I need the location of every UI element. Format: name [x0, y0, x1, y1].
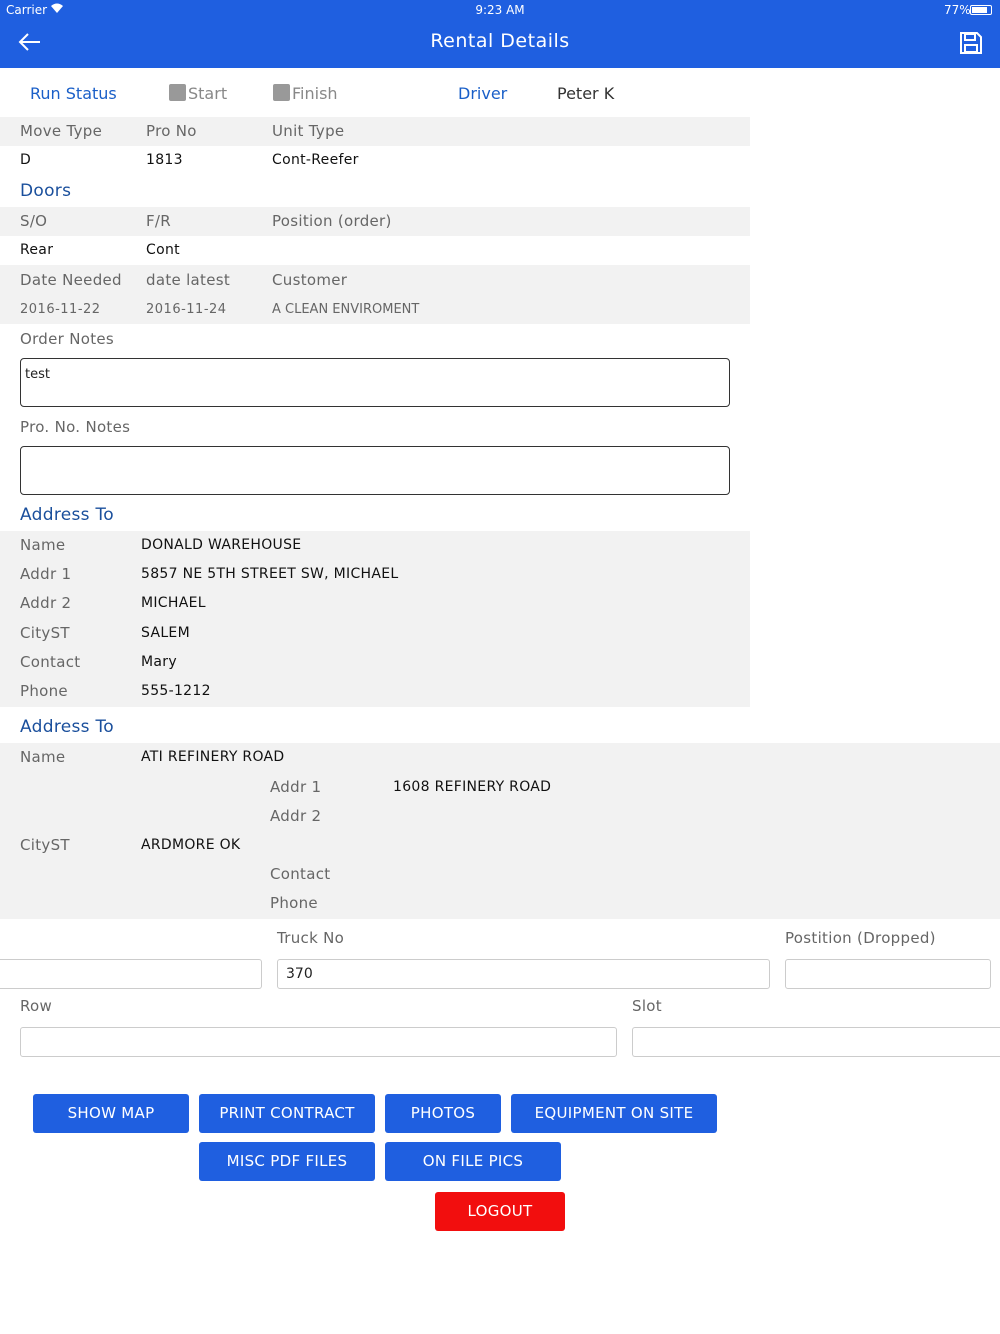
- date-needed-label: Date Needed: [20, 271, 122, 289]
- nav-bar: Rental Details: [0, 20, 1000, 68]
- truck-no-label: Truck No: [277, 929, 345, 947]
- doors-section-title: Doors: [20, 181, 72, 201]
- address-to-section-title: Address To: [20, 505, 115, 525]
- checkbox-icon: [273, 84, 290, 101]
- print-contract-button[interactable]: PRINT CONTRACT: [199, 1094, 375, 1133]
- position-dropped-label: Postition (Dropped): [785, 929, 936, 947]
- save-icon[interactable]: [959, 31, 983, 59]
- customer-value: A CLEAN ENVIROMENT: [272, 302, 420, 317]
- address2-name-label: Name: [20, 748, 66, 766]
- move-type-value: D: [20, 152, 32, 168]
- checkbox-icon: [169, 84, 186, 101]
- date-latest-value: 2016-11-24: [146, 302, 227, 317]
- driver-value: Peter K: [557, 84, 615, 103]
- clock-label: 9:23 AM: [475, 3, 525, 17]
- address-name-value: DONALD WAREHOUSE: [141, 537, 302, 553]
- address-to-block: [0, 531, 750, 707]
- address2-phone-label: Phone: [270, 894, 318, 912]
- position-dropped-input[interactable]: [785, 959, 991, 989]
- address2-cityst-value: ARDMORE OK: [141, 837, 241, 853]
- finish-label: Finish: [292, 84, 338, 103]
- date-needed-value: 2016-11-22: [20, 302, 101, 317]
- logout-button[interactable]: LOGOUT: [435, 1192, 565, 1231]
- address-to-2-block: [0, 743, 1000, 919]
- unlabeled-input[interactable]: [0, 959, 262, 989]
- row-label: Row: [20, 997, 53, 1015]
- address2-cityst-label: CityST: [20, 836, 70, 854]
- address-to-2-section-title: Address To: [20, 717, 115, 737]
- address2-name-value: ATI REFINERY ROAD: [141, 749, 285, 765]
- move-header-row: [0, 117, 750, 146]
- pro-no-value: 1813: [146, 152, 183, 168]
- misc-pdf-files-button[interactable]: MISC PDF FILES: [199, 1142, 375, 1181]
- so-label: S/O: [20, 212, 48, 230]
- address-phone-label: Phone: [20, 682, 68, 700]
- address2-contact-label: Contact: [270, 865, 331, 883]
- start-checkbox[interactable]: Start: [169, 84, 227, 103]
- row-input[interactable]: [20, 1027, 617, 1057]
- address-addr1-value: 5857 NE 5TH STREET SW, MICHAEL: [141, 566, 399, 582]
- position-order-label: Position (order): [272, 212, 392, 230]
- run-status-label: Run Status: [30, 84, 117, 103]
- battery-label: 77%: [944, 3, 971, 17]
- fr-value: Cont: [146, 242, 180, 258]
- photos-button[interactable]: PHOTOS: [385, 1094, 501, 1133]
- slot-label: Slot: [632, 997, 662, 1015]
- address-addr2-value: MICHAEL: [141, 595, 206, 611]
- truck-no-input[interactable]: 370: [277, 959, 770, 989]
- page-title: Rental Details: [430, 30, 570, 52]
- finish-checkbox[interactable]: Finish: [273, 84, 338, 103]
- address-phone-value: 555-1212: [141, 683, 211, 699]
- date-latest-label: date latest: [146, 271, 231, 289]
- slot-input[interactable]: [632, 1027, 1000, 1057]
- address-addr1-label: Addr 1: [20, 565, 72, 583]
- address2-addr1-value: 1608 REFINERY ROAD: [393, 779, 552, 795]
- address2-addr1-label: Addr 1: [270, 778, 322, 796]
- unit-type-value: Cont-Reefer: [272, 152, 359, 168]
- address-cityst-value: SALEM: [141, 625, 190, 641]
- on-file-pics-button[interactable]: ON FILE PICS: [385, 1142, 561, 1181]
- pro-no-label: Pro No: [146, 122, 197, 140]
- address-addr2-label: Addr 2: [20, 594, 72, 612]
- unit-type-label: Unit Type: [272, 122, 345, 140]
- address2-addr2-label: Addr 2: [270, 807, 322, 825]
- pro-notes-label: Pro. No. Notes: [20, 418, 131, 436]
- move-type-label: Move Type: [20, 122, 103, 140]
- pro-notes-field[interactable]: [20, 446, 730, 495]
- address-name-label: Name: [20, 536, 66, 554]
- so-value: Rear: [20, 242, 54, 258]
- customer-label: Customer: [272, 271, 348, 289]
- show-map-button[interactable]: SHOW MAP: [33, 1094, 189, 1133]
- order-notes-label: Order Notes: [20, 330, 115, 348]
- fr-label: F/R: [146, 212, 172, 230]
- address-contact-label: Contact: [20, 653, 81, 671]
- address-contact-value: Mary: [141, 654, 177, 670]
- driver-label: Driver: [458, 84, 508, 103]
- address-cityst-label: CityST: [20, 624, 70, 642]
- battery-icon: [970, 5, 992, 15]
- equipment-on-site-button[interactable]: EQUIPMENT ON SITE: [511, 1094, 717, 1133]
- start-label: Start: [188, 84, 228, 103]
- order-notes-field[interactable]: test: [20, 358, 730, 407]
- status-bar: Carrier 9:23 AM 77%: [0, 0, 1000, 20]
